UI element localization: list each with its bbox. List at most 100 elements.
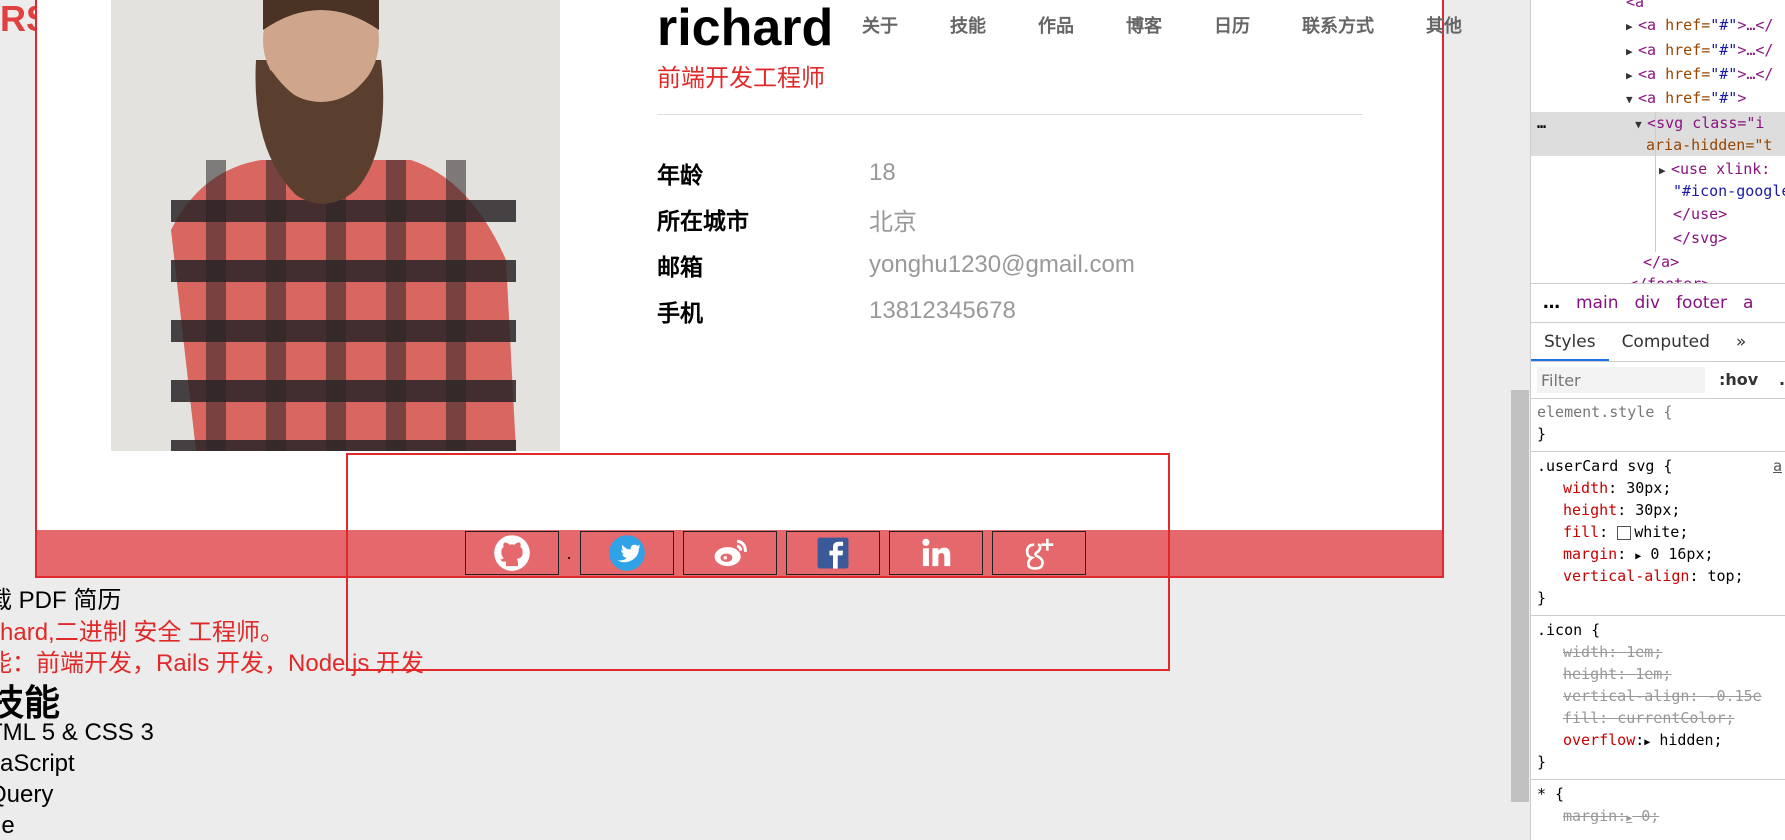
info-row-email: 邮箱 yonghu1230@gmail.com (657, 242, 1135, 288)
dom-tree: <a ▶ <a href="#">…</ ▶ <a href="#">…</ ▶ <a… (1531, 0, 1785, 283)
skill-item: Query (0, 781, 54, 808)
dom-node-selected[interactable]: … ▼ <svg class="i (1531, 112, 1785, 134)
dom-node[interactable]: ▶ <use xlink: (1659, 158, 1770, 180)
nav-item-other[interactable]: 其他 (1426, 12, 1462, 38)
dom-node[interactable]: <a (1626, 0, 1644, 13)
more-icon[interactable]: … (1537, 114, 1546, 132)
rule-close: } (1537, 425, 1547, 443)
devtools-tabs: Styles Computed » (1531, 323, 1785, 362)
css-prop-overridden[interactable]: width: 1em; (1537, 641, 1780, 663)
css-prop[interactable]: overflow:▶ hidden; (1537, 729, 1780, 751)
info-value: 18 (869, 159, 896, 186)
dom-node[interactable]: ▶ <a href="#">…</ (1626, 14, 1773, 36)
tab-more[interactable]: » (1723, 323, 1759, 361)
web-page: RS card (0, 0, 1510, 840)
social-links: . (465, 531, 1095, 575)
info-label: 所在城市 (657, 208, 749, 234)
css-prop-overridden[interactable]: fill: currentColor; (1537, 707, 1780, 729)
nav-item-about[interactable]: 关于 (862, 12, 898, 38)
rule-usercard-svg: .userCard svg { a width: 30px; height: 3… (1531, 452, 1785, 616)
tab-computed[interactable]: Computed (1609, 323, 1723, 361)
style-rules: element.style { } .userCard svg { a widt… (1531, 398, 1785, 833)
css-prop-overridden[interactable]: height: 1em; (1537, 663, 1780, 685)
nav-item-skills[interactable]: 技能 (950, 12, 986, 38)
intro-text: chard,二进制 安全 工程师。 (0, 619, 285, 646)
header-divider (657, 114, 1363, 115)
download-pdf-link[interactable]: 载 PDF 简历 (0, 580, 424, 614)
cls-toggle[interactable]: . (1779, 370, 1785, 389)
profile-title: 前端开发工程师 (657, 65, 825, 92)
info-list: 年龄 18 所在城市 北京 邮箱 yonghu1230@gmail.com 手机… (657, 150, 1135, 334)
dom-node-close: </footer> (1629, 273, 1710, 283)
info-value[interactable]: yonghu1230@gmail.com (869, 251, 1135, 279)
styles-filter-input[interactable] (1537, 367, 1705, 393)
dom-node-close: </svg> (1673, 229, 1728, 247)
css-prop[interactable]: fill: white; (1537, 521, 1780, 543)
dom-node-expanded[interactable]: ▼ <a href="#"> (1626, 87, 1746, 109)
styles-filter-bar: :hov . (1531, 362, 1785, 399)
google-plus-icon (1025, 538, 1054, 570)
rule-element-style: element.style { } (1531, 398, 1785, 452)
weibo-link[interactable] (683, 531, 777, 575)
rule-selector[interactable]: .userCard svg { a (1537, 455, 1782, 477)
skill-item: TML 5 & CSS 3 (0, 719, 154, 746)
rule-selector[interactable]: * { (1537, 783, 1780, 805)
info-value: 13812345678 (869, 297, 1016, 324)
devtools-panel: <a ▶ <a href="#">…</ ▶ <a href="#">…</ ▶ <a… (1530, 0, 1785, 840)
source-link[interactable]: a (1773, 455, 1782, 477)
css-prop-overridden[interactable]: margin:▶ 0; (1537, 805, 1780, 827)
linkedin-link[interactable] (889, 531, 983, 575)
tab-styles[interactable]: Styles (1531, 323, 1609, 361)
facebook-link[interactable] (786, 531, 880, 575)
hov-toggle[interactable]: :hov (1719, 370, 1758, 389)
rule-icon: .icon { width: 1em; height: 1em; vertica… (1531, 616, 1785, 780)
github-icon (494, 535, 530, 571)
dom-node-selected-cont[interactable]: aria-hidden="t (1531, 134, 1785, 156)
dom-node[interactable]: ▶ <a href="#">…</ (1626, 63, 1773, 85)
css-prop[interactable]: width: 30px; (1537, 477, 1780, 499)
info-row-phone: 手机 13812345678 (657, 288, 1135, 334)
skills-heading: 技能 (0, 682, 61, 723)
nav-item-contact[interactable]: 联系方式 (1302, 12, 1374, 38)
man-portrait-image (111, 0, 560, 451)
scrollbar-thumb[interactable] (1511, 390, 1529, 802)
github-link[interactable] (465, 531, 559, 575)
nav-item-works[interactable]: 作品 (1038, 12, 1074, 38)
separator-dot: . (566, 542, 572, 563)
twitter-link[interactable] (580, 531, 674, 575)
breadcrumb: … main div footer a (1531, 283, 1785, 323)
dom-node-close: </a> (1643, 253, 1680, 271)
breadcrumb-item[interactable]: a (1743, 293, 1753, 313)
resume-content: 载 PDF 简历 chard,二进制 安全 工程师。 能：前端开发，Rails … (0, 580, 424, 840)
breadcrumb-item[interactable]: main (1576, 293, 1618, 313)
facebook-icon (817, 537, 849, 569)
info-label: 年龄 (657, 162, 703, 188)
rule-close: } (1537, 753, 1547, 771)
page-scrollbar[interactable] (1510, 0, 1530, 840)
twitter-icon (609, 535, 645, 571)
weibo-icon (714, 539, 747, 567)
skill-item: ue (0, 812, 15, 839)
nav-item-calendar[interactable]: 日历 (1214, 12, 1250, 38)
breadcrumb-more[interactable]: … (1543, 293, 1560, 313)
skills-summary: 能：前端开发，Rails 开发，Node.js 开发 (0, 650, 425, 677)
profile-name: richard (657, 0, 834, 57)
css-prop-overridden[interactable]: vertical-align: -0.15e (1537, 685, 1780, 707)
rule-selector[interactable]: .icon { (1537, 619, 1780, 641)
info-row-age: 年龄 18 (657, 150, 1135, 196)
info-label: 邮箱 (657, 254, 703, 280)
css-prop[interactable]: vertical-align: top; (1537, 565, 1780, 587)
rule-selector[interactable]: element.style { (1537, 401, 1780, 423)
info-value: 北京 (869, 208, 917, 236)
google-plus-link[interactable] (992, 531, 1086, 575)
css-prop[interactable]: margin: ▶ 0 16px; (1537, 543, 1780, 565)
dom-node-text: "#icon-google (1673, 182, 1785, 200)
info-row-city: 所在城市 北京 (657, 196, 1135, 242)
dom-node-close: </use> (1673, 205, 1728, 223)
color-swatch[interactable] (1617, 525, 1632, 540)
css-prop[interactable]: height: 30px; (1537, 499, 1780, 521)
nav-item-blog[interactable]: 博客 (1126, 12, 1162, 38)
breadcrumb-item[interactable]: footer (1676, 293, 1727, 313)
dom-node[interactable]: ▶ <a href="#">…</ (1626, 39, 1773, 61)
breadcrumb-item[interactable]: div (1634, 293, 1660, 313)
